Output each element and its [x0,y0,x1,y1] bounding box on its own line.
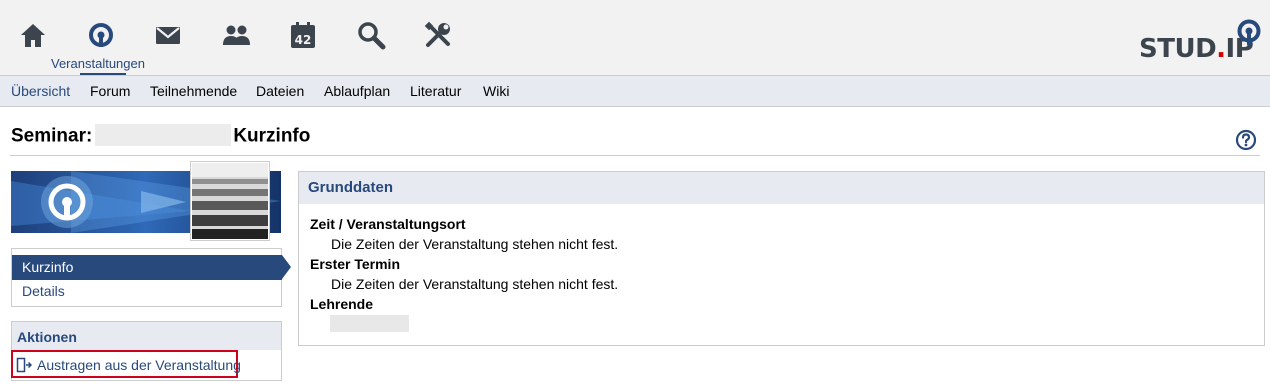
leave-course-link[interactable]: Austragen aus der Veranstaltung [11,350,241,378]
redacted-teacher-name [330,315,409,332]
actions-title: Aktionen [17,329,77,345]
nav-active-indicator [80,73,126,75]
first-date-label: Erster Termin [310,256,400,272]
calendar-icon[interactable]: 42 [286,18,320,52]
actions-header: Aktionen [12,322,281,350]
messages-icon[interactable] [151,18,185,52]
top-navigation: 42 Veranstaltungen STUD.IP [0,0,1270,76]
panel-header: Grunddaten [299,172,1264,204]
grunddaten-panel: Grunddaten Zeit / Veranstaltungsort Die … [298,171,1265,346]
nav-active-label[interactable]: Veranstaltungen [51,56,145,71]
time-location-value: Die Zeiten der Veranstaltung stehen nich… [331,236,619,252]
tab-schedule[interactable]: Ablaufplan [324,83,390,99]
tab-participants[interactable]: Teilnehmende [150,83,237,99]
tab-forum[interactable]: Forum [90,83,130,99]
page-title-prefix: Seminar: [11,125,93,147]
help-icon[interactable] [1235,129,1257,151]
leave-course-label: Austragen aus der Veranstaltung [37,357,241,373]
logo-mark-icon [1237,19,1261,45]
sidebar-item-details[interactable]: Details [22,283,65,299]
sidebar-navigation: Kurzinfo Details [11,248,291,307]
course-tabs: Übersicht Forum Teilnehmende Dateien Abl… [0,76,1270,107]
page-title: Seminar: Kurzinfo [11,124,310,149]
courses-icon[interactable] [84,18,118,52]
tab-wiki[interactable]: Wiki [483,83,509,99]
sidebar-item-kurzinfo[interactable]: Kurzinfo [12,255,291,280]
tab-overview[interactable]: Übersicht [11,83,70,99]
search-icon[interactable] [354,18,388,52]
community-icon[interactable] [219,18,253,52]
first-date-value: Die Zeiten der Veranstaltung stehen nich… [331,276,619,292]
calendar-badge: 42 [295,33,312,47]
tools-icon[interactable] [421,18,455,52]
studip-logo[interactable]: STUD.IP [1139,18,1264,66]
actions-widget: Aktionen Austragen aus der Veranstaltung [11,321,282,381]
tab-literature[interactable]: Literatur [410,83,461,99]
panel-title: Grunddaten [308,179,393,196]
tab-files[interactable]: Dateien [256,83,304,99]
course-photo [191,162,269,240]
title-divider [10,155,1260,156]
home-icon[interactable] [16,18,50,52]
time-location-label: Zeit / Veranstaltungsort [310,216,466,232]
redacted-course-name [95,124,232,146]
sidebar-item-label: Kurzinfo [22,259,74,275]
door-exit-icon [16,357,32,373]
teachers-label: Lehrende [310,296,374,312]
page-title-suffix: Kurzinfo [233,125,311,147]
